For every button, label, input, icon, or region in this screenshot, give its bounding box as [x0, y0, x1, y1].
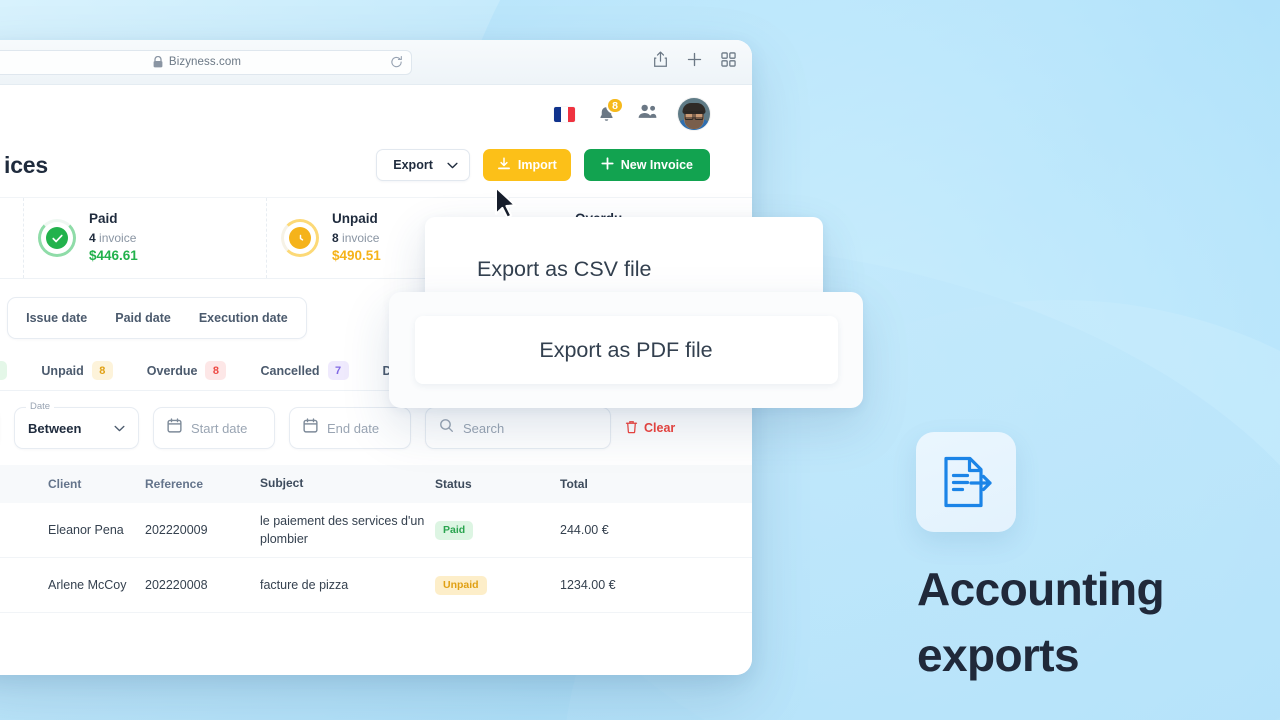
export-menu-pdf-option[interactable]: Export as PDF file [414, 316, 838, 384]
address-bar[interactable]: Bizyness.com [0, 49, 412, 75]
trash-icon [625, 420, 638, 437]
stat-ring [38, 219, 76, 257]
table-row[interactable]: 2021 Eleanor Pena 202220009 le paiement … [0, 503, 752, 558]
export-button-label: Export [393, 158, 433, 172]
search-icon [439, 418, 454, 438]
status-tab-overdue[interactable]: Overdue 8 [147, 361, 227, 380]
column-header-subject[interactable]: Subject [260, 475, 435, 492]
date-range-select[interactable]: Date Between [14, 401, 139, 449]
chevron-down-icon [114, 425, 125, 432]
tab-overview-icon[interactable] [721, 52, 736, 72]
start-date-placeholder: Start date [191, 420, 248, 436]
status-tab-unpaid[interactable]: Unpaid 8 [41, 361, 113, 380]
cell-subject: facture de pizza [260, 577, 349, 592]
new-invoice-button[interactable]: New Invoice [583, 149, 710, 181]
status-tab-cancelled[interactable]: Cancelled 7 [260, 361, 349, 380]
clear-filters-label: Clear [644, 421, 676, 435]
column-header-status[interactable]: Status [435, 477, 560, 491]
import-button[interactable]: Import [482, 149, 571, 181]
end-date-placeholder: End date [327, 420, 380, 436]
plus-icon [601, 157, 614, 173]
status-tab-count: 8 [205, 361, 227, 380]
start-date-input[interactable]: Start date [153, 407, 275, 449]
column-header-date[interactable] [0, 476, 48, 492]
cell-status: Paid [435, 520, 560, 540]
date-field-value: Between [28, 420, 82, 436]
search-input[interactable]: Search [425, 407, 611, 449]
status-tab-count: 8 [91, 361, 113, 380]
mouse-pointer [494, 186, 520, 225]
app-topbar: 8 [0, 85, 752, 143]
export-csv-label: Export as CSV file [477, 256, 652, 281]
cell-total: 244.00 € [560, 523, 609, 537]
lock-icon [153, 56, 163, 68]
column-header-total[interactable]: Total [560, 477, 752, 491]
cell-status: Unpaid [435, 575, 560, 595]
cell-total: 1234.00 € [560, 578, 616, 592]
invoices-table: Client Reference Subject Status Total 20… [0, 465, 752, 613]
stat-count: 8 invoice [332, 230, 380, 245]
segment-execution-date[interactable]: Execution date [185, 301, 302, 335]
new-invoice-button-label: New Invoice [620, 158, 693, 172]
browser-toolbar-actions [653, 51, 736, 73]
status-badge: Unpaid [435, 575, 487, 595]
stat-card-total[interactable]: al voice 5.43 [0, 198, 24, 278]
status-tab-label: Overdue [146, 363, 198, 378]
share-icon[interactable] [653, 51, 668, 73]
promo-title: Accounting exports [917, 563, 1165, 682]
stat-amount: $446.61 [89, 247, 138, 263]
french-flag-icon[interactable] [554, 106, 575, 122]
calendar-icon [303, 418, 318, 438]
import-button-label: Import [517, 158, 557, 172]
table-row[interactable]: 2021 Arlene McCoy 202220008 facture de p… [0, 558, 752, 613]
cell-client: Eleanor Pena [48, 523, 124, 537]
stat-amount: $490.51 [332, 247, 381, 263]
status-tab-count: 7 [327, 361, 349, 380]
url-text: Bizyness.com [168, 56, 242, 68]
calendar-icon [167, 418, 182, 438]
stat-title: Unpaid [332, 211, 378, 227]
stat-count: 4 invoice [89, 230, 137, 245]
cell-reference: 202220008 [145, 578, 208, 592]
status-tab-label: Unpaid [41, 363, 84, 378]
status-tab-label: Cancelled [260, 363, 320, 378]
stat-ring [281, 219, 319, 257]
notification-badge: 8 [606, 97, 624, 114]
chevron-down-icon [447, 158, 458, 172]
document-export-icon [916, 432, 1016, 532]
end-date-input[interactable]: End date [289, 407, 411, 449]
clear-filters-button[interactable]: Clear [625, 420, 675, 437]
cell-client: Arlene McCoy [48, 578, 127, 592]
export-pdf-label: Export as PDF file [539, 337, 713, 362]
stat-title: Paid [89, 211, 118, 227]
cell-date: 2021 [0, 523, 48, 537]
people-icon[interactable] [637, 103, 658, 125]
status-tab-count: 4 [0, 361, 8, 380]
page-header-actions: Export Import New Invoice [376, 149, 710, 181]
cell-date: 2021 [0, 578, 48, 592]
page-header: ices Export Import New Invoice [0, 143, 752, 197]
cell-subject: le paiement des services d'un plombier [260, 513, 425, 546]
search-placeholder: Search [463, 420, 505, 436]
cell-reference: 202220009 [145, 523, 208, 537]
notifications-bell[interactable]: 8 [595, 97, 624, 125]
export-menu-panel: Export as PDF file [389, 292, 863, 408]
date-field-label: Date [26, 401, 55, 412]
export-button[interactable]: Export [376, 149, 470, 181]
status-tab-paid[interactable]: Paid 4 [0, 361, 8, 380]
table-header-row: Client Reference Subject Status Total [0, 465, 752, 503]
browser-chrome: Bizyness.com [0, 40, 752, 85]
date-mode-segmented-control[interactable]: Issue date Paid date Execution date [7, 297, 307, 339]
plus-icon[interactable] [687, 52, 702, 72]
avatar[interactable] [678, 98, 710, 130]
segment-issue-date[interactable]: Issue date [12, 301, 101, 335]
column-header-reference[interactable]: Reference [145, 477, 260, 491]
reload-icon[interactable] [390, 56, 403, 69]
segment-paid-date[interactable]: Paid date [101, 301, 185, 335]
page-title: ices [4, 151, 48, 178]
stat-card-paid[interactable]: Paid 4 invoice $446.61 [24, 198, 267, 278]
status-badge: Paid [435, 520, 474, 540]
column-header-client[interactable]: Client [48, 477, 145, 491]
download-icon [497, 157, 511, 174]
